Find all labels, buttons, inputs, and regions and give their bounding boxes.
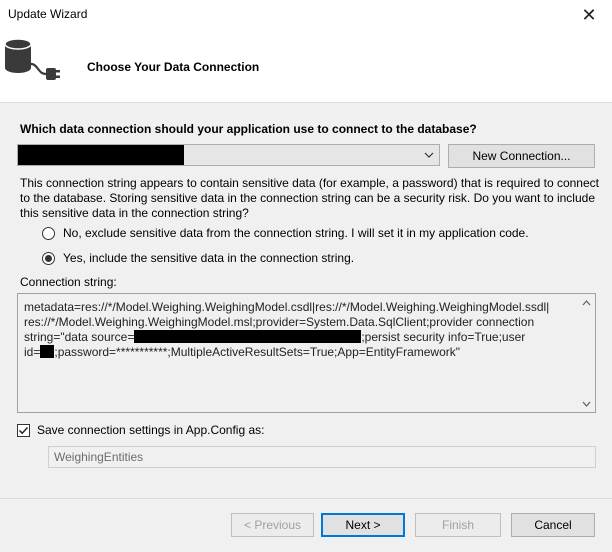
close-icon: ✕ (581, 4, 597, 25)
database-connection-icon (4, 38, 60, 80)
vertical-scrollbar[interactable] (578, 294, 595, 412)
connection-string-fragment: ;password=***********;MultipleActiveResu… (54, 345, 461, 359)
save-settings-checkbox[interactable] (17, 423, 30, 437)
previous-button[interactable]: < Previous (231, 513, 314, 537)
save-settings-label: Save connection settings in App.Config a… (37, 423, 265, 437)
connection-dropdown[interactable] (17, 144, 440, 166)
save-settings-checkbox-row[interactable]: Save connection settings in App.Config a… (17, 423, 264, 437)
radio-button[interactable] (42, 226, 55, 240)
chevron-down-icon[interactable] (419, 145, 439, 165)
radio-include-label: Yes, include the sensitive data in the c… (63, 251, 355, 265)
connection-string-fragment: string="data source= (24, 330, 135, 344)
window-title: Update Wizard (8, 7, 88, 21)
connection-question: Which data connection should your applic… (20, 122, 477, 136)
radio-exclude-sensitive[interactable]: No, exclude sensitive data from the conn… (42, 226, 529, 240)
connection-string-line: string="data source= ;persist security in… (24, 330, 572, 345)
page-title: Choose Your Data Connection (87, 60, 260, 74)
close-button[interactable]: ✕ (566, 0, 612, 30)
radio-include-sensitive[interactable]: Yes, include the sensitive data in the c… (42, 251, 354, 265)
radio-button-checked[interactable] (42, 251, 55, 265)
connection-string-text: metadata=res://*/Model.Weighing.Weighing… (24, 300, 572, 360)
redacted-user-id (40, 345, 55, 358)
connection-string-fragment: ;persist security info=True;user (361, 330, 526, 344)
connection-string-line: metadata=res://*/Model.Weighing.Weighing… (24, 300, 550, 314)
radio-exclude-label: No, exclude sensitive data from the conn… (63, 226, 529, 240)
cancel-button[interactable]: Cancel (511, 513, 595, 537)
footer-divider (0, 498, 612, 499)
config-name-input[interactable]: WeighingEntities (48, 446, 596, 468)
next-button[interactable]: Next > (321, 513, 405, 537)
redacted-data-source (134, 330, 362, 343)
checkmark-icon (18, 426, 29, 434)
connection-string-label: Connection string: (20, 275, 117, 289)
title-bar: Update Wizard ✕ (0, 0, 612, 30)
connection-string-fragment: id= (24, 345, 41, 359)
sensitive-data-warning: This connection string appears to contai… (20, 176, 599, 220)
scroll-up-icon[interactable] (578, 294, 595, 311)
connection-string-textbox[interactable]: metadata=res://*/Model.Weighing.Weighing… (17, 293, 596, 413)
redacted-connection-name (18, 145, 184, 165)
connection-string-line: res://*/Model.Weighing.WeighingModel.msl… (24, 315, 535, 329)
scroll-down-icon[interactable] (578, 395, 595, 412)
new-connection-button[interactable]: New Connection... (448, 144, 595, 168)
wizard-header: Choose Your Data Connection (0, 30, 612, 103)
finish-button[interactable]: Finish (415, 513, 501, 537)
connection-string-line: id= ;password=***********;MultipleActiveR… (24, 345, 572, 360)
